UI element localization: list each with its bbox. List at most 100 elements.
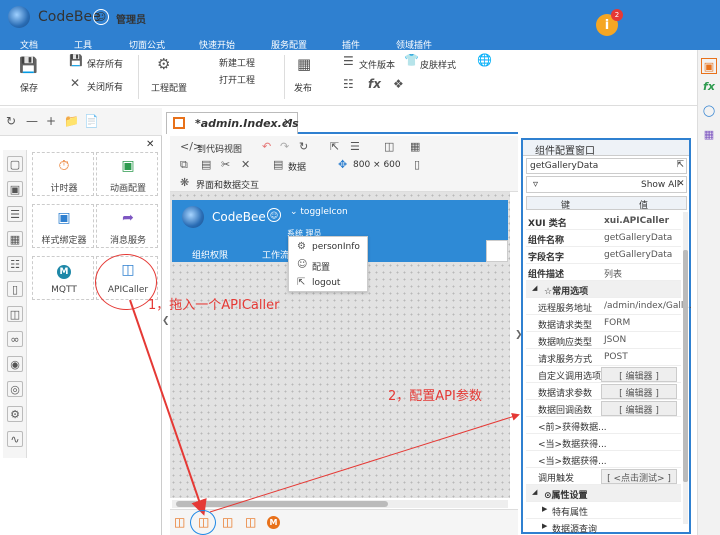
- save-all-icon[interactable]: 💾: [69, 54, 83, 67]
- apicaller-icon[interactable]: ◫: [174, 515, 185, 529]
- property-row[interactable]: <当>数据获得...: [526, 451, 681, 468]
- category-icon-2[interactable]: ▣: [7, 181, 23, 197]
- clear-filter-icon[interactable]: ✕: [677, 179, 685, 189]
- layout-icon[interactable]: ▦: [410, 140, 420, 153]
- component-animation[interactable]: ▣ 动画配置: [96, 152, 158, 196]
- dropdown-item-person-info[interactable]: ⚙ personInfo: [289, 238, 367, 256]
- add-icon[interactable]: +: [46, 114, 56, 128]
- mobile-icon[interactable]: ▯: [7, 281, 23, 297]
- new-project-button[interactable]: 新建工程: [219, 56, 255, 69]
- show-all-button[interactable]: Show All: [641, 180, 679, 190]
- tools-icon[interactable]: ❖: [393, 77, 404, 91]
- category-icon-1[interactable]: ▢: [7, 156, 23, 172]
- columns-icon[interactable]: ◫: [384, 140, 394, 153]
- redo-icon[interactable]: ↷: [280, 140, 289, 153]
- to-code-view-button[interactable]: 到代码视图: [197, 142, 242, 155]
- apicaller-icon[interactable]: ◫: [245, 515, 256, 529]
- property-row[interactable]: 自定义调用选项[ 编辑器 ]: [526, 366, 681, 383]
- mqtt-icon[interactable]: M: [267, 516, 280, 529]
- file-icon[interactable]: 📄: [84, 114, 99, 128]
- link-icon[interactable]: ∞: [7, 331, 23, 347]
- target-icon[interactable]: ◎: [7, 381, 23, 397]
- category-icon-4[interactable]: ▦: [7, 231, 23, 247]
- expand-left-icon[interactable]: ❮: [162, 316, 170, 326]
- language-icon[interactable]: 🌐: [477, 53, 492, 67]
- undo-icon[interactable]: ↶: [262, 140, 271, 153]
- property-row[interactable]: 数据源查询 ▶: [526, 519, 681, 535]
- data-dropdown[interactable]: 数据: [288, 160, 306, 173]
- eye-icon[interactable]: ◉: [7, 356, 23, 372]
- component-selector[interactable]: getGalleryData ⇱: [526, 158, 687, 174]
- preview-menu-org[interactable]: 组织权限: [192, 248, 228, 261]
- component-timer[interactable]: ⏱ 计时器: [32, 152, 94, 196]
- delete-icon[interactable]: ✕: [241, 158, 250, 171]
- refresh-icon[interactable]: ↻: [299, 140, 308, 153]
- properties-scroll-thumb[interactable]: [683, 250, 688, 482]
- filter-icon[interactable]: ▿: [533, 179, 538, 190]
- close-all-icon[interactable]: ✕: [70, 76, 80, 90]
- publish-button[interactable]: 发布: [294, 81, 312, 94]
- close-icon[interactable]: ✕: [283, 116, 292, 129]
- property-row[interactable]: 字段名字 getGalleryData: [526, 247, 681, 264]
- calendar-icon[interactable]: ☷: [7, 256, 23, 272]
- file-version-button[interactable]: 文件版本: [359, 58, 395, 71]
- panel-close-icon[interactable]: ✕: [146, 139, 154, 150]
- function-tab-icon[interactable]: fx: [701, 78, 717, 94]
- export-icon[interactable]: ⇱: [330, 140, 339, 153]
- preview-toggle-icon[interactable]: ⌄ toggleIcon: [290, 207, 348, 217]
- project-config-icon[interactable]: ⚙: [157, 55, 170, 73]
- expand-icon[interactable]: ▶: [542, 505, 547, 513]
- align-icon[interactable]: ☷: [343, 77, 354, 91]
- save-icon[interactable]: 💾: [19, 56, 38, 74]
- folder-icon[interactable]: 📁: [64, 114, 79, 128]
- horizontal-scroll-thumb[interactable]: [176, 501, 388, 507]
- cut-icon[interactable]: ✂: [221, 158, 230, 171]
- property-row[interactable]: 数据请求参数 [ 编辑器 ]: [526, 383, 681, 400]
- function-icon[interactable]: fx: [368, 77, 381, 91]
- list-icon[interactable]: ☰: [350, 140, 360, 153]
- user-name[interactable]: 管理员: [116, 11, 146, 26]
- expand-icon[interactable]: ▶: [542, 522, 547, 530]
- database-icon[interactable]: ◯: [701, 102, 717, 118]
- settings-icon[interactable]: ⚙: [7, 406, 23, 422]
- property-row[interactable]: 数据请求类型 FORM: [526, 315, 681, 332]
- expand-icon[interactable]: ◢: [532, 284, 537, 292]
- expand-icon[interactable]: ◢: [532, 488, 537, 496]
- paste-icon[interactable]: ▤: [201, 158, 211, 171]
- save-all-button[interactable]: 保存所有: [87, 57, 123, 70]
- property-row[interactable]: 数据响应类型 JSON: [526, 332, 681, 349]
- preview-menu-workflow[interactable]: 工作流: [262, 248, 289, 261]
- component-message-service[interactable]: ➦ 消息服务: [96, 204, 158, 248]
- property-row[interactable]: <当>数据获得...: [526, 434, 681, 451]
- skin-style-button[interactable]: 皮肤样式: [420, 58, 456, 71]
- ui-data-interaction-button[interactable]: 界面和数据交互: [196, 178, 259, 191]
- user-icon[interactable]: ☺: [93, 9, 109, 25]
- shirt-icon[interactable]: 👕: [404, 53, 419, 67]
- collapse-icon[interactable]: —: [26, 114, 38, 128]
- copy-icon[interactable]: ⧉: [180, 158, 188, 172]
- property-row[interactable]: <前>获得数据...: [526, 417, 681, 434]
- property-row[interactable]: XUI 类名 xui.APICaller: [526, 213, 681, 230]
- open-project-button[interactable]: 打开工程: [219, 73, 255, 86]
- property-editor-button[interactable]: [ 编辑器 ]: [601, 384, 677, 399]
- dropdown-item-config[interactable]: ☺ 配置: [289, 256, 367, 274]
- data-icon[interactable]: ▤: [273, 158, 283, 171]
- chart-icon[interactable]: ∿: [7, 431, 23, 447]
- popout-icon[interactable]: ⇱: [676, 160, 684, 170]
- preview-user-icon[interactable]: ☺: [267, 208, 281, 222]
- category-icon-3[interactable]: ☰: [7, 206, 23, 222]
- component-style-binder[interactable]: ▣ 样式绑定器: [32, 204, 94, 248]
- publish-icon[interactable]: ▦: [297, 55, 311, 73]
- property-row[interactable]: 请求服务方式 POST: [526, 349, 681, 366]
- interaction-icon[interactable]: ❋: [180, 176, 189, 189]
- service-icon[interactable]: ◫: [7, 306, 23, 322]
- property-editor-button[interactable]: [ 编辑器 ]: [601, 401, 677, 416]
- apicaller-icon[interactable]: ◫: [222, 515, 233, 529]
- editor-tab[interactable]: *admin.Index.cls ✕: [166, 112, 299, 134]
- resolution-dropdown[interactable]: 800 × 600: [353, 160, 401, 170]
- property-row[interactable]: 数据回调函数 [ 编辑器 ]: [526, 400, 681, 417]
- preview-widget[interactable]: [486, 240, 508, 262]
- component-mqtt[interactable]: M MQTT: [32, 256, 94, 300]
- dropdown-item-logout[interactable]: ⇱ logout: [289, 274, 367, 292]
- property-row[interactable]: 组件描述 列表: [526, 264, 681, 281]
